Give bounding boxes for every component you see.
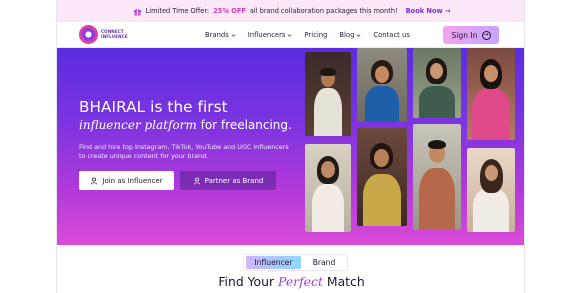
influencer-photo: [413, 48, 461, 118]
announcement-text: all brand collaboration packages this mo…: [249, 7, 398, 15]
nav-item-label: Brands: [205, 31, 229, 39]
main-nav: Brands Influencers Pricing Blog Contact …: [205, 22, 410, 48]
join-as-influencer-button[interactable]: Join as Influencer: [79, 171, 174, 190]
toggle-brand[interactable]: Brand: [301, 256, 347, 269]
hero-subtitle-rest: for freelancing.: [200, 118, 292, 132]
announcement-bar: Limited Time Offer: 25% OFF all brand co…: [57, 0, 524, 22]
page-frame: Limited Time Offer: 25% OFF all brand co…: [56, 0, 525, 293]
sign-in-label: Sign In: [451, 30, 478, 40]
logo-mark-icon: [79, 25, 98, 44]
book-now-link[interactable]: Book Now →: [406, 7, 451, 15]
hero-title: BHAIRAL is the first: [79, 98, 228, 116]
match-post: Match: [326, 274, 365, 289]
chevron-down-icon: [357, 33, 361, 37]
user-icon: [91, 177, 98, 184]
hero-section: BHAIRAL is the first influencer platform…: [57, 48, 524, 245]
nav-item-label: Influencers: [247, 31, 286, 39]
influencer-photo: [357, 48, 407, 122]
discount-highlight: 25% OFF: [213, 7, 246, 15]
chevron-down-icon: [231, 33, 236, 37]
toggle-influencer[interactable]: Influencer: [246, 256, 301, 269]
brand-logo[interactable]: CONNECT INFLUENCE: [79, 25, 128, 44]
nav-item-label: Contact us: [373, 31, 410, 39]
match-script: Perfect: [278, 274, 323, 289]
nav-item-contact[interactable]: Contact us: [373, 31, 409, 39]
influencer-photo: [305, 144, 351, 232]
nav-item-label: Blog: [339, 31, 355, 39]
site-header: CONNECT INFLUENCE Brands Influencers Pri…: [57, 22, 524, 48]
nav-item-blog[interactable]: Blog: [339, 31, 361, 39]
logo-line-2: INFLUENCE: [101, 33, 128, 39]
nav-item-brands[interactable]: Brands: [205, 31, 236, 39]
influencer-photo: [413, 124, 461, 230]
user-icon: [193, 177, 200, 184]
arrow-right-icon: →: [481, 30, 491, 40]
nav-item-pricing[interactable]: Pricing: [304, 31, 327, 39]
influencer-photo: [467, 48, 515, 140]
find-your-perfect-match-heading: Find Your Perfect Match: [57, 274, 524, 289]
match-pre: Find Your: [218, 274, 275, 289]
influencer-photo: [305, 52, 351, 136]
announcement-prefix: Limited Time Offer:: [145, 7, 210, 15]
logo-text: CONNECT INFLUENCE: [101, 29, 128, 39]
join-label: Join as Influencer: [102, 176, 163, 185]
partner-label: Partner as Brand: [204, 176, 264, 185]
hero-subtitle-script: influencer platform: [79, 118, 197, 132]
influencer-photo: [357, 128, 407, 226]
nav-item-label: Pricing: [304, 31, 328, 39]
influencer-photo: [467, 148, 515, 232]
gift-icon: [133, 8, 141, 16]
nav-item-influencers[interactable]: Influencers: [248, 31, 293, 39]
influencer-brand-toggle: Influencer Brand: [243, 254, 348, 271]
hero-description: Find and hire top Instagram, TikTok, You…: [79, 143, 289, 160]
chevron-down-icon: [288, 33, 292, 37]
partner-as-brand-button[interactable]: Partner as Brand: [180, 171, 276, 190]
sign-in-button[interactable]: Sign In →: [443, 26, 499, 44]
hero-subtitle: influencer platform for freelancing.: [79, 118, 292, 132]
